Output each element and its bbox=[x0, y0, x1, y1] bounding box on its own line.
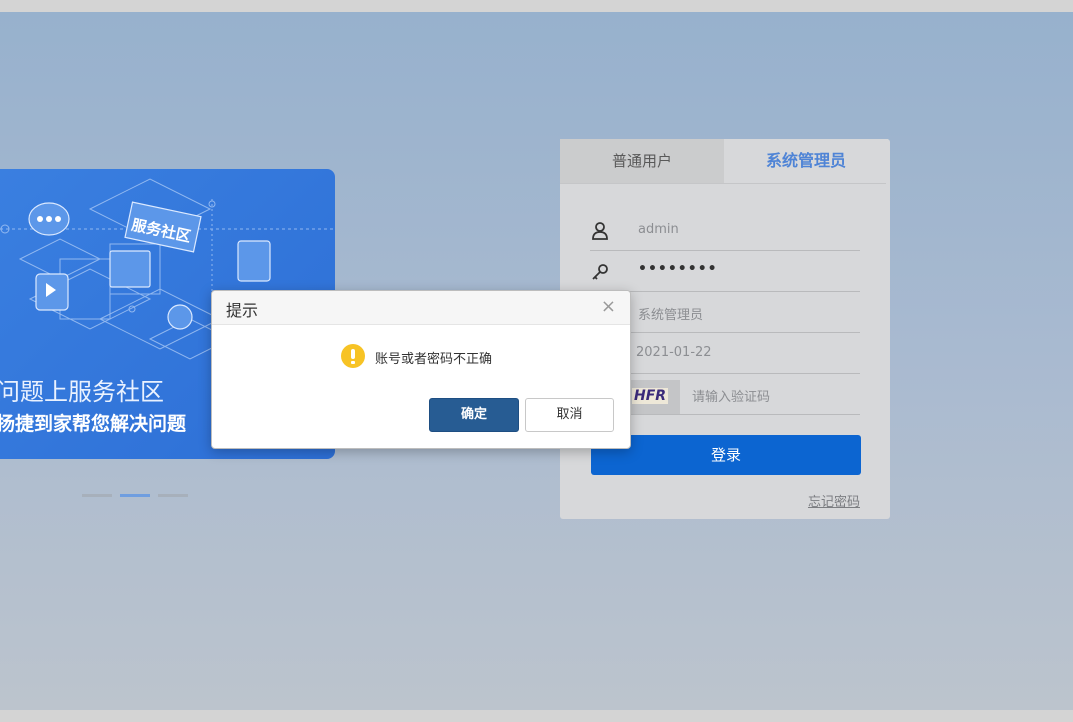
dialog-title: 提示 bbox=[226, 301, 259, 320]
cancel-button[interactable]: 取消 bbox=[525, 398, 614, 432]
banner-subtitle: 扬捷到家帮您解决问题 bbox=[0, 413, 187, 435]
carousel-dot-active[interactable] bbox=[120, 494, 150, 497]
password-field[interactable]: •••••••• bbox=[590, 251, 860, 292]
captcha-text: HFR bbox=[632, 388, 669, 404]
user-icon bbox=[592, 222, 608, 240]
carousel-dot[interactable] bbox=[82, 494, 112, 497]
username-field[interactable]: admin bbox=[590, 210, 860, 251]
carousel-dot[interactable] bbox=[158, 494, 188, 497]
top-bar bbox=[0, 0, 1073, 12]
login-button[interactable]: 登录 bbox=[591, 435, 861, 475]
key-icon bbox=[592, 264, 608, 280]
password-value: •••••••• bbox=[638, 261, 718, 277]
banner-title: 问题上服务社区 bbox=[0, 378, 164, 406]
tab-system-admin[interactable]: 系统管理员 bbox=[724, 139, 888, 183]
captcha-input[interactable]: 请输入验证码 bbox=[692, 386, 770, 405]
dialog-header: 提示 × bbox=[212, 291, 630, 325]
alert-dialog: 提示 × 账号或者密码不正确 确定 取消 bbox=[211, 290, 631, 449]
login-tabs: 普通用户 系统管理员 bbox=[560, 139, 890, 184]
dialog-message: 账号或者密码不正确 bbox=[375, 352, 493, 367]
confirm-button[interactable]: 确定 bbox=[429, 398, 519, 432]
date-value: 2021-01-22 bbox=[636, 345, 712, 360]
captcha-image[interactable]: HFR bbox=[628, 380, 680, 414]
username-value: admin bbox=[638, 222, 679, 237]
warning-icon bbox=[341, 344, 365, 368]
tab-divider bbox=[560, 183, 886, 184]
tab-normal-user[interactable]: 普通用户 bbox=[560, 139, 724, 183]
bottom-bar bbox=[0, 710, 1073, 722]
close-icon[interactable]: × bbox=[601, 296, 616, 317]
forgot-password-link[interactable]: 忘记密码 bbox=[808, 491, 860, 510]
role-value: 系统管理员 bbox=[638, 308, 704, 323]
